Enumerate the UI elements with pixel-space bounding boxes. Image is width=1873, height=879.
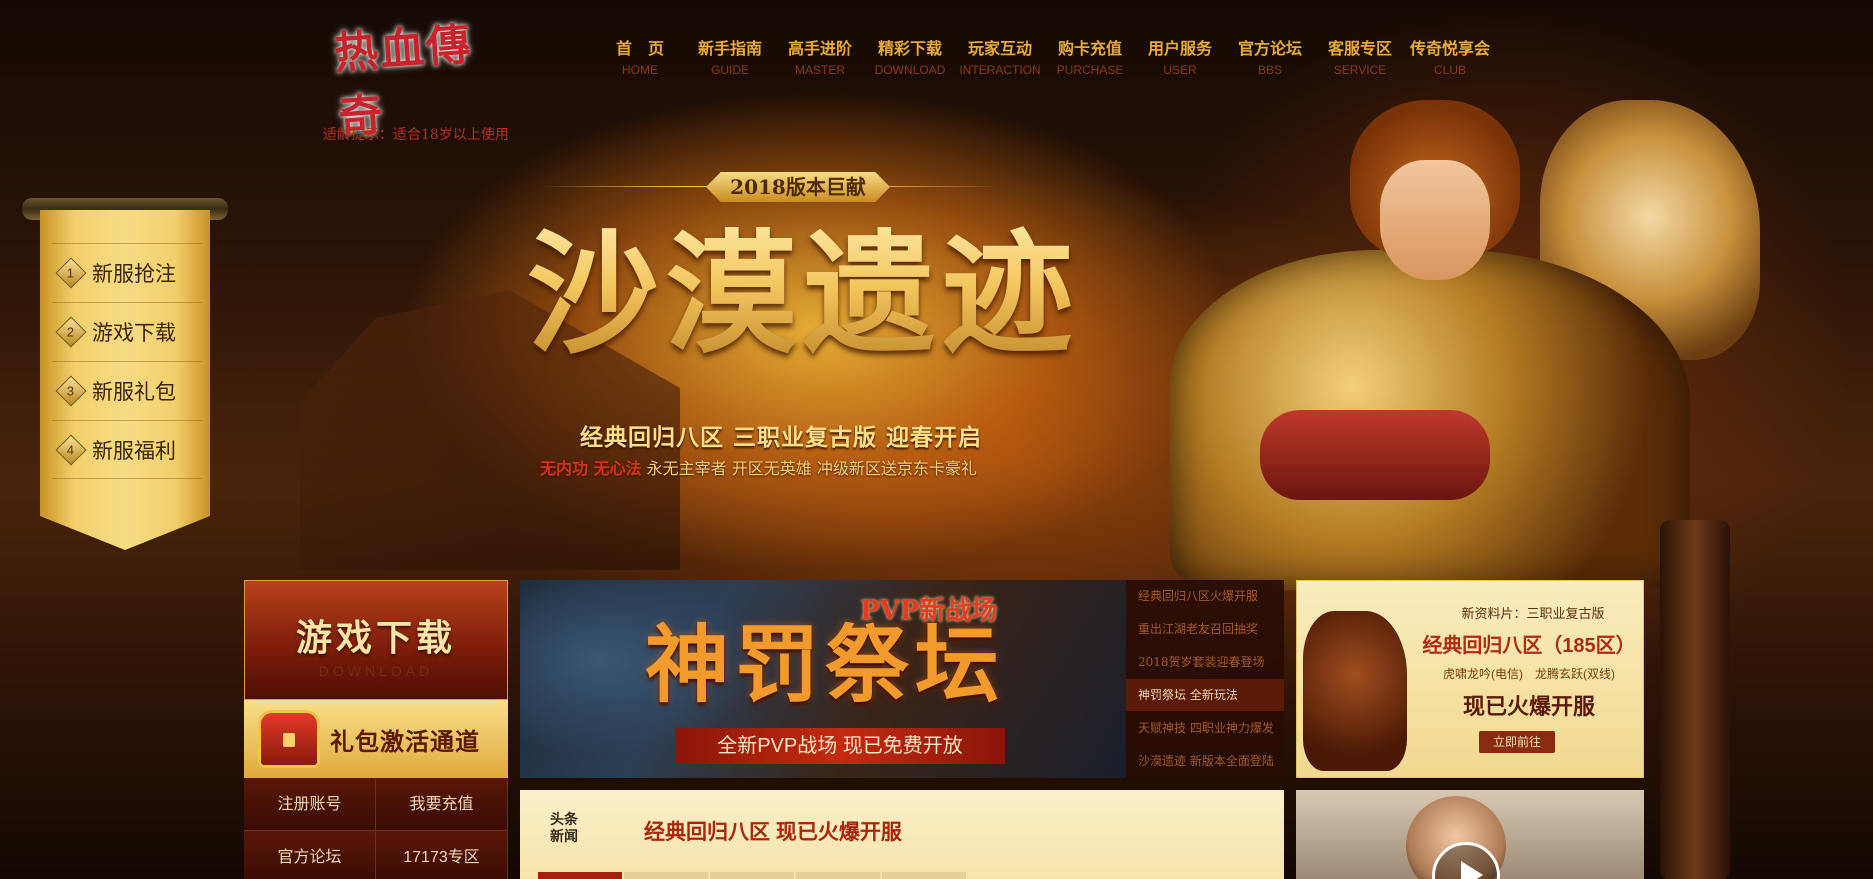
- banner-news-list: 经典回归八区火爆开服 重出江湖老友召回抽奖 2018贺岁套装迎春登场 神罚祭坛 …: [1126, 580, 1284, 778]
- hero-subtitle: 经典回归八区 三职业复古版 迎春开启: [580, 424, 983, 451]
- quick-links: 注册账号 我要充值 官方论坛 17173专区: [244, 778, 508, 879]
- nav-sublabel: CLUB: [1433, 63, 1466, 77]
- scroll-item-number: 3: [67, 383, 75, 399]
- download-subtitle: DOWNLOAD: [318, 663, 434, 679]
- promo-server-title: 经典回归八区（185区）: [1422, 635, 1636, 657]
- promo-line-1: 新资料片：三职业复古版: [1461, 606, 1605, 621]
- version-badge: 2018版本巨献: [706, 172, 890, 202]
- news-list-item[interactable]: 沙漠遗迹 新版本全面登陆: [1126, 745, 1284, 778]
- nav-label: 精彩下载: [877, 39, 942, 58]
- news-tab[interactable]: [538, 872, 622, 879]
- nav-sublabel: HOME: [622, 63, 658, 77]
- hero-title: 沙漠遗迹: [488, 200, 1118, 390]
- number-diamond-icon: 2: [55, 316, 87, 348]
- arm-illustration: [1260, 410, 1490, 500]
- go-now-button[interactable]: 立即前往: [1479, 731, 1555, 753]
- beast-illustration: [1303, 611, 1407, 771]
- news-list-item[interactable]: 经典回归八区火爆开服: [1126, 580, 1284, 613]
- promo-open-text: 现已火爆开服: [1462, 694, 1595, 719]
- news-list-item[interactable]: 天赋神技 四职业神力爆发: [1126, 712, 1284, 745]
- nav-sublabel: MASTER: [794, 63, 845, 77]
- nav-sublabel: DOWNLOAD: [874, 63, 946, 77]
- news-tab[interactable]: [796, 872, 880, 879]
- scroll-item-gift[interactable]: 3 新服礼包: [52, 361, 202, 420]
- scroll-items: 1 新服抢注 2 游戏下载 3 新服礼包 4 新服福利: [52, 243, 202, 479]
- scroll-item-number: 4: [67, 441, 75, 457]
- news-more-tab[interactable]: [968, 872, 1028, 879]
- nav-label: 传奇悦享会: [1409, 39, 1490, 58]
- video-thumbnail[interactable]: [1296, 790, 1644, 879]
- nav-interaction[interactable]: 玩家互动 INTERACTION: [955, 38, 1045, 80]
- gift-activation-button[interactable]: 礼包激活通道: [244, 700, 508, 778]
- 17173-link[interactable]: 17173专区: [376, 831, 508, 879]
- staff-illustration: [1660, 520, 1730, 879]
- scroll-item-download[interactable]: 2 游戏下载: [52, 302, 202, 361]
- nav-label: 客服专区: [1327, 39, 1392, 58]
- main-nav: 首 页 HOME 新手指南 GUIDE 高手进阶 MASTER 精彩下载 DOWNLOA…: [595, 38, 1495, 80]
- nav-service[interactable]: 客服专区 SERVICE: [1315, 38, 1405, 80]
- server-promo: 新资料片：三职业复古版 经典回归八区（185区） 虎啸龙吟(电信) 龙腾玄跃(双…: [1296, 580, 1644, 778]
- banner-strip: 全新PVP战场 现已免费开放: [675, 728, 1005, 764]
- news-tab[interactable]: [882, 872, 966, 879]
- scroll-item-welfare[interactable]: 4 新服福利: [52, 420, 202, 479]
- nav-sublabel: INTERACTION: [959, 63, 1041, 77]
- nav-home[interactable]: 首 页 HOME: [595, 38, 685, 80]
- news-tab[interactable]: [624, 872, 708, 879]
- scroll-item-register[interactable]: 1 新服抢注: [52, 243, 202, 302]
- side-scroll-menu: 1 新服抢注 2 游戏下载 3 新服礼包 4 新服福利: [22, 198, 228, 558]
- nav-label: 官方论坛: [1237, 39, 1302, 58]
- number-diamond-icon: 3: [55, 375, 87, 407]
- game-download-button[interactable]: 游戏下载 DOWNLOAD: [244, 580, 508, 700]
- scroll-item-number: 2: [67, 324, 75, 340]
- feature-banner[interactable]: PVP新战场 神罚祭坛 全新PVP战场 现已免费开放: [520, 580, 1126, 778]
- news-list-item[interactable]: 2018贺岁套装迎春登场: [1126, 646, 1284, 679]
- news-tab[interactable]: [710, 872, 794, 879]
- nav-sublabel: SERVICE: [1333, 63, 1387, 77]
- banner-title: 神罚祭坛: [645, 615, 1006, 714]
- nav-label: 新手指南: [697, 39, 762, 58]
- nav-user[interactable]: 用户服务 USER: [1135, 38, 1225, 80]
- forum-link[interactable]: 官方论坛: [244, 831, 376, 879]
- news-list-item-active[interactable]: 神罚祭坛 全新玩法: [1126, 679, 1284, 712]
- register-link[interactable]: 注册账号: [244, 778, 376, 831]
- hero-tagline: 无内功 无心法 永无主宰者 开区无英雄 冲级新区送京东卡豪礼: [540, 455, 977, 479]
- number-diamond-icon: 4: [55, 433, 87, 466]
- nav-label: 用户服务: [1147, 39, 1212, 58]
- scroll-item-label: 新服福利: [92, 439, 176, 463]
- news-tabs: [538, 872, 1028, 879]
- nav-sublabel: USER: [1163, 63, 1197, 77]
- nav-sublabel: PURCHASE: [1056, 63, 1124, 77]
- download-title: 游戏下载: [295, 617, 456, 659]
- nav-sublabel: BBS: [1257, 63, 1282, 77]
- promo-server-names: 虎啸龙吟(电信) 龙腾玄跃(双线): [1443, 667, 1615, 681]
- number-diamond-icon: 1: [55, 257, 87, 289]
- nav-club[interactable]: 传奇悦享会 CLUB: [1405, 38, 1495, 80]
- headline-title[interactable]: 经典回归八区 现已火爆开服: [644, 816, 902, 846]
- nav-label: 高手进阶: [787, 39, 852, 58]
- headline-tag: 头条新闻: [550, 812, 578, 845]
- nav-guide[interactable]: 新手指南 GUIDE: [685, 38, 775, 80]
- treasure-chest-icon: [258, 710, 320, 768]
- nav-download[interactable]: 精彩下载 DOWNLOAD: [865, 38, 955, 80]
- face-illustration: [1380, 160, 1490, 280]
- age-tip: 适龄提示：适合18岁以上使用: [323, 127, 509, 143]
- nav-bbs[interactable]: 官方论坛 BBS: [1225, 38, 1315, 80]
- scroll-item-label: 新服礼包: [92, 381, 176, 404]
- nav-master[interactable]: 高手进阶 MASTER: [775, 38, 865, 80]
- hero-tagline-highlight: 无内功 无心法: [540, 459, 642, 478]
- scroll-item-number: 1: [67, 265, 75, 281]
- headline-news: 头条新闻 经典回归八区 现已火爆开服: [520, 790, 1284, 879]
- gift-title: 礼包激活通道: [330, 726, 480, 756]
- hero-tagline-text: 永无主宰者 开区无英雄 冲级新区送京东卡豪礼: [641, 459, 977, 478]
- nav-label: 玩家互动: [967, 39, 1032, 58]
- recharge-link[interactable]: 我要充值: [376, 778, 508, 831]
- nav-label: 首 页: [615, 39, 664, 58]
- scroll-item-label: 游戏下载: [92, 322, 176, 345]
- nav-purchase[interactable]: 购卡充值 PURCHASE: [1045, 38, 1135, 80]
- nav-label: 购卡充值: [1057, 39, 1122, 58]
- news-list-item[interactable]: 重出江湖老友召回抽奖: [1126, 613, 1284, 646]
- nav-sublabel: GUIDE: [710, 63, 749, 77]
- game-logo[interactable]: 热血傳奇: [332, 19, 498, 143]
- scroll-item-label: 新服抢注: [92, 263, 176, 286]
